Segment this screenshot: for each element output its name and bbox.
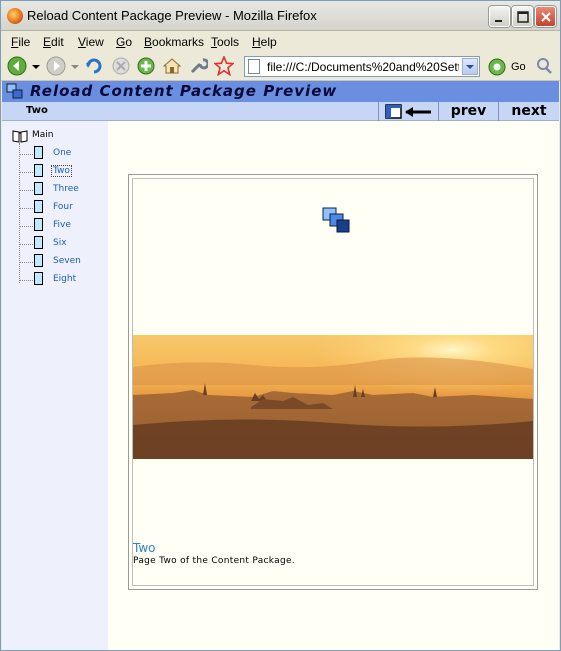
next-button[interactable]: next: [498, 102, 559, 121]
bookmark-star-icon[interactable]: [214, 56, 234, 76]
reload-logo-icon: [6, 83, 23, 99]
tree-item-six[interactable]: Six: [19, 236, 109, 254]
go-icon[interactable]: [486, 57, 508, 77]
maximize-button[interactable]: [512, 6, 533, 27]
tree-root-label: Main: [32, 130, 54, 140]
go-button[interactable]: Go: [511, 61, 526, 73]
menu-view[interactable]: View: [78, 35, 104, 49]
prev-button[interactable]: prev: [438, 102, 498, 121]
tools-icon[interactable]: [188, 56, 208, 76]
tree-item-label[interactable]: Seven: [53, 256, 81, 266]
menu-bookmarks[interactable]: Bookmarks: [144, 35, 204, 49]
back-dropdown-icon[interactable]: [30, 56, 42, 76]
tree-item-eight[interactable]: Eight: [19, 272, 109, 290]
page-icon: [34, 218, 43, 231]
tree-branch: [19, 226, 33, 227]
page-icon: [248, 59, 260, 74]
minimize-button[interactable]: [489, 6, 510, 27]
menu-edit[interactable]: Edit: [43, 35, 64, 49]
firefox-icon: [7, 8, 23, 24]
new-tab-icon[interactable]: [136, 56, 156, 76]
tree-item-label[interactable]: Five: [53, 220, 71, 230]
tree-item-one[interactable]: One: [19, 146, 109, 164]
package-nav-bar: Two prev next: [2, 102, 559, 121]
menu-file[interactable]: File: [11, 35, 30, 49]
address-bar[interactable]: [244, 56, 480, 77]
toggle-toc-button[interactable]: [378, 102, 438, 121]
browser-window: Reload Content Package Preview - Mozilla…: [0, 0, 561, 651]
tree-item-three[interactable]: Three: [19, 182, 109, 200]
page-icon: [34, 182, 43, 195]
page-icon: [34, 146, 43, 159]
forward-dropdown-icon[interactable]: [69, 56, 81, 76]
reload-icon[interactable]: [84, 56, 104, 76]
tree-item-four[interactable]: Four: [19, 200, 109, 218]
content-title: Two: [133, 541, 156, 555]
content-frame-inner: Two Page Two of the Content Package.: [132, 178, 534, 586]
toc-sidebar: Main One Two Three Four Five Six Seven E…: [2, 121, 108, 650]
navigation-toolbar: Go: [1, 51, 560, 81]
chevron-down-icon: [466, 65, 474, 69]
page-icon: [34, 200, 43, 213]
tree-item-two[interactable]: Two: [19, 164, 109, 182]
toggle-toc-icon: [385, 104, 431, 119]
tree-branch: [19, 280, 33, 281]
tree-item-label[interactable]: Four: [53, 202, 73, 212]
sunset-city-photo: [133, 335, 533, 459]
menu-bar: File Edit View Go Bookmarks Tools Help: [1, 31, 560, 51]
url-input[interactable]: [267, 58, 459, 75]
page-icon: [34, 236, 43, 249]
tree-item-label[interactable]: Six: [53, 238, 67, 248]
package-logo-icon: [322, 207, 350, 233]
tree-branch: [19, 154, 33, 155]
home-icon[interactable]: [162, 56, 182, 76]
tree-item-label[interactable]: One: [53, 148, 71, 158]
tree-branch: [19, 208, 33, 209]
page-icon: [34, 272, 43, 285]
back-icon[interactable]: [7, 56, 27, 76]
content-frame: Two Page Two of the Content Package.: [128, 174, 538, 590]
tree-branch: [19, 172, 33, 173]
book-icon: [12, 130, 28, 143]
tree-branch: [19, 262, 33, 263]
reload-header-title: Reload Content Package Preview: [30, 82, 338, 100]
content-description: Page Two of the Content Package.: [133, 556, 295, 566]
window-title: Reload Content Package Preview - Mozilla…: [27, 8, 317, 23]
menu-tools[interactable]: Tools: [211, 35, 239, 49]
title-bar: Reload Content Package Preview - Mozilla…: [1, 1, 560, 31]
page-icon: [34, 164, 43, 177]
url-dropdown-button[interactable]: [462, 58, 478, 75]
tree-item-five[interactable]: Five: [19, 218, 109, 236]
page-icon: [34, 254, 43, 267]
tree-item-label[interactable]: Eight: [53, 274, 76, 284]
forward-icon[interactable]: [46, 56, 66, 76]
search-engine-icon[interactable]: [534, 56, 554, 76]
menu-go[interactable]: Go: [116, 35, 132, 49]
menu-help[interactable]: Help: [252, 35, 277, 49]
reload-header-bar: Reload Content Package Preview: [2, 81, 559, 102]
tree-branch: [19, 244, 33, 245]
tree-branch: [19, 190, 33, 191]
tree-item-seven[interactable]: Seven: [19, 254, 109, 272]
current-item-label: Two: [26, 105, 48, 116]
tree-item-label[interactable]: Two: [51, 165, 72, 177]
stop-icon[interactable]: [111, 56, 131, 76]
content-pane: Two Page Two of the Content Package.: [108, 121, 559, 650]
close-button[interactable]: [535, 6, 556, 27]
tree-item-label[interactable]: Three: [53, 184, 79, 194]
